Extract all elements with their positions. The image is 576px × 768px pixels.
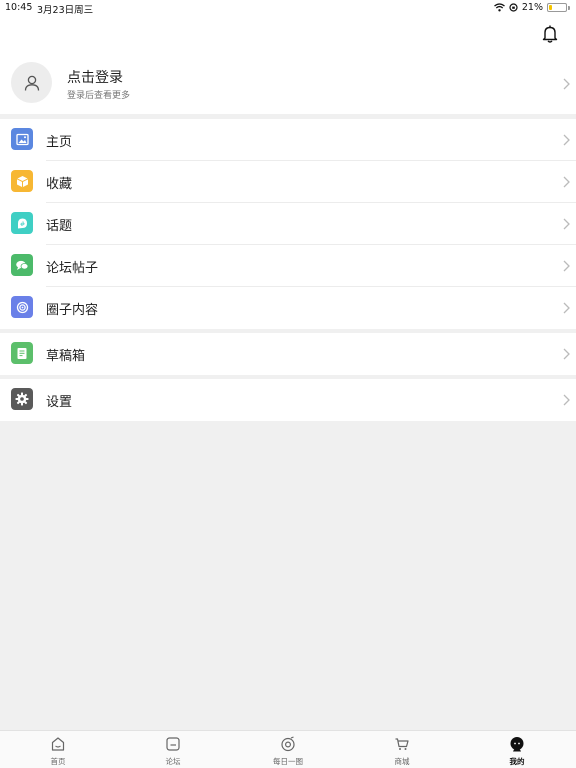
gear-icon	[11, 388, 33, 410]
chevron-right-icon	[563, 134, 570, 146]
menu-item-home[interactable]: 主页	[0, 119, 576, 161]
tab-label: 论坛	[165, 757, 181, 766]
bell-icon[interactable]	[540, 24, 560, 44]
wifi-icon	[493, 3, 505, 12]
status-bar: 10:45 3月23日周三 21%	[0, 0, 576, 16]
home-icon	[51, 737, 65, 751]
tab-daily-image[interactable]: 每日一图	[248, 731, 328, 768]
menu-item-label: 话题	[46, 219, 73, 234]
login-row[interactable]: 点击登录 登录后查看更多	[0, 58, 576, 112]
orientation-lock-icon	[509, 3, 518, 12]
login-subtitle: 登录后查看更多	[67, 91, 131, 101]
menu-item-label: 设置	[46, 395, 73, 410]
person-icon	[24, 75, 39, 91]
tab-mine[interactable]: 我的	[477, 731, 557, 768]
tab-label: 商城	[394, 757, 410, 766]
tab-label: 首页	[50, 757, 66, 766]
cart-icon	[395, 738, 409, 750]
menu-item-circle-content[interactable]: 圈子内容	[0, 287, 576, 329]
login-title[interactable]: 点击登录	[67, 67, 123, 87]
menu-item-forum-posts[interactable]: 论坛帖子	[0, 245, 576, 287]
battery-level	[549, 5, 552, 10]
tab-label: 每日一图	[273, 757, 303, 766]
menu-group-settings: 设置	[0, 379, 576, 421]
menu-item-label: 论坛帖子	[46, 261, 99, 276]
chat-icon	[11, 254, 33, 276]
menu-item-drafts[interactable]: 草稿箱	[0, 333, 576, 375]
chevron-right-icon	[563, 394, 570, 406]
chevron-right-icon	[563, 260, 570, 272]
box-icon	[11, 170, 33, 192]
status-time: 10:45	[5, 2, 33, 13]
daily-image-icon	[281, 736, 295, 752]
menu-item-label: 圈子内容	[46, 303, 99, 318]
menu-item-topics[interactable]: # 话题	[0, 203, 576, 245]
menu-item-settings[interactable]: 设置	[0, 379, 576, 421]
image-icon	[11, 128, 33, 150]
menu-item-label: 收藏	[46, 177, 73, 192]
avatar[interactable]	[11, 62, 52, 103]
svg-text:#: #	[19, 220, 24, 228]
chevron-right-icon	[563, 302, 570, 314]
chevron-right-icon	[563, 348, 570, 360]
menu-group-main: 主页 收藏 # 话题 论坛帖子 圈子内容	[0, 119, 576, 329]
battery-icon	[547, 3, 567, 12]
chevron-right-icon	[563, 78, 570, 90]
tab-home[interactable]: 首页	[18, 731, 98, 768]
battery-percent: 21%	[521, 2, 543, 13]
tab-mall[interactable]: 商城	[362, 731, 442, 768]
menu-item-label: 主页	[46, 135, 73, 150]
status-date: 3月23日周三	[37, 5, 94, 16]
chevron-right-icon	[563, 176, 570, 188]
tab-label: 我的	[509, 757, 525, 766]
tab-bar: 首页 论坛 每日一图 商城 我的	[0, 730, 576, 768]
battery-cap	[568, 5, 570, 10]
circle-icon	[11, 296, 33, 318]
tab-forum[interactable]: 论坛	[133, 731, 213, 768]
draft-icon	[11, 342, 33, 364]
chevron-right-icon	[563, 218, 570, 230]
menu-group-drafts: 草稿箱	[0, 333, 576, 375]
topic-icon: #	[11, 212, 33, 234]
menu-item-label: 草稿箱	[46, 349, 86, 364]
menu-item-favorites[interactable]: 收藏	[0, 161, 576, 203]
profile-icon	[510, 737, 524, 752]
status-indicators: 21%	[493, 2, 570, 13]
forum-icon	[166, 737, 180, 751]
